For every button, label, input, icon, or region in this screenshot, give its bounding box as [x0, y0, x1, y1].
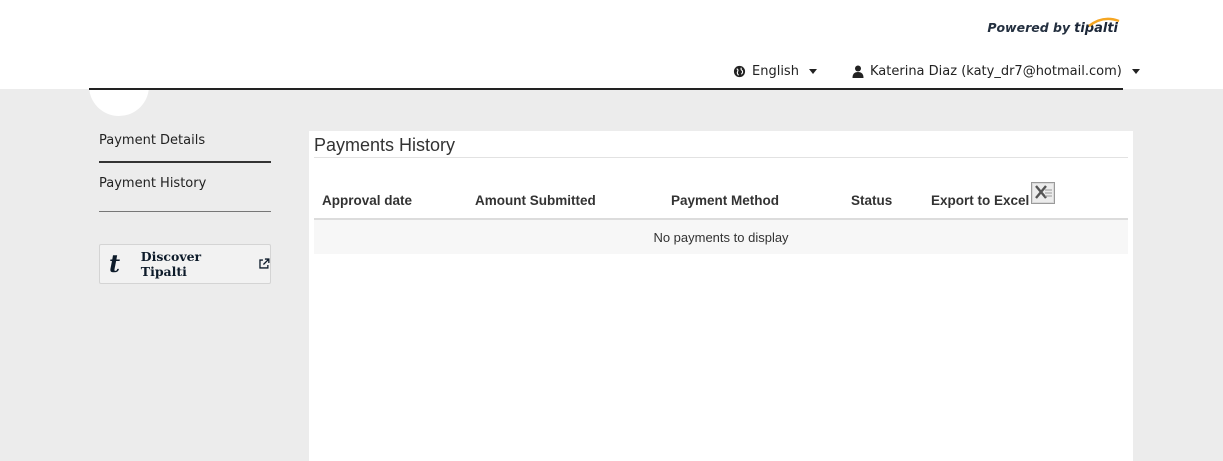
excel-icon[interactable]	[1031, 182, 1055, 204]
table-header: Approval date Amount Submitted Payment M…	[314, 181, 1128, 220]
top-header: Powered by tipalti English Katerina Diaz…	[0, 0, 1223, 89]
column-status[interactable]: Status	[851, 193, 892, 208]
export-to-excel-label[interactable]: Export to Excel	[931, 193, 1029, 208]
payments-history-panel: Payments History Approval date Amount Su…	[309, 131, 1133, 461]
language-label: English	[752, 64, 799, 79]
sidebar-nav: Payment Details Payment History	[99, 130, 271, 212]
sidebar-item-payment-details[interactable]: Payment Details	[99, 130, 271, 163]
column-payment-method[interactable]: Payment Method	[671, 193, 779, 208]
powered-by-label: Powered by	[987, 20, 1071, 35]
caret-down-icon	[808, 69, 817, 74]
user-icon	[852, 65, 864, 78]
external-link-icon	[259, 258, 270, 269]
language-selector[interactable]: English	[733, 64, 817, 79]
header-divider	[89, 88, 1123, 90]
tipalti-logo-icon: t	[109, 249, 121, 278]
powered-by-tipalti: Powered by tipalti	[987, 17, 1120, 36]
discover-tipalti-button[interactable]: t Discover Tipalti	[99, 244, 271, 284]
empty-table-row: No payments to display	[314, 220, 1128, 254]
tipalti-brand: tipalti	[1074, 17, 1120, 36]
column-approval-date[interactable]: Approval date	[322, 193, 412, 208]
discover-label: Discover Tipalti	[140, 249, 202, 279]
column-amount-submitted[interactable]: Amount Submitted	[475, 193, 596, 208]
caret-down-icon	[1131, 69, 1140, 74]
brand-swoosh-icon	[1088, 17, 1120, 27]
globe-icon	[733, 65, 746, 78]
user-menu[interactable]: Katerina Diaz (katy_dr7@hotmail.com)	[852, 64, 1140, 79]
sidebar-item-payment-history[interactable]: Payment History	[99, 173, 271, 212]
page-title: Payments History	[314, 135, 1128, 158]
user-label: Katerina Diaz (katy_dr7@hotmail.com)	[870, 64, 1122, 79]
empty-message: No payments to display	[653, 229, 789, 245]
